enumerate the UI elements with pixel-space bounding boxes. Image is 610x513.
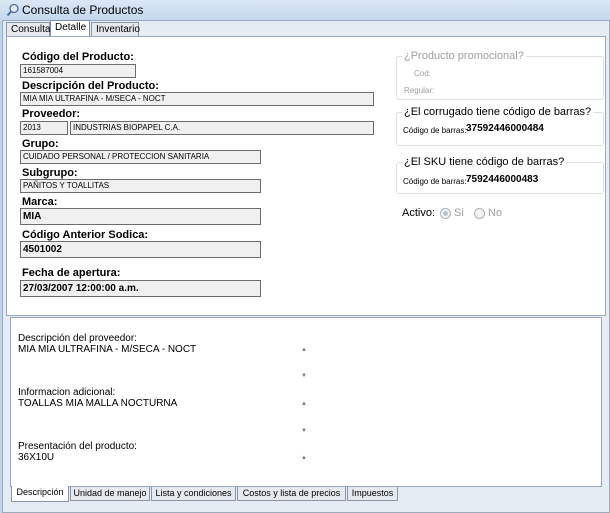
fecha-apertura-field[interactable]: 27/03/2007 12:00:00 a.m. bbox=[20, 280, 261, 297]
fecha-apertura-label: Fecha de apertura: bbox=[22, 267, 121, 279]
tab-lista-condiciones[interactable]: Lista y condiciones bbox=[151, 487, 236, 501]
desc-proveedor-label: Descripción del proveedor: bbox=[18, 333, 137, 344]
proveedor-label: Proveedor: bbox=[22, 108, 81, 120]
info-adicional-text[interactable]: TOALLAS MIA MALLA NOCTURNA bbox=[18, 398, 177, 409]
tab-detalle[interactable]: Detalle bbox=[50, 20, 90, 37]
proveedor-name-field[interactable]: INDUSTRIAS BIOPAPEL C.A. bbox=[70, 121, 374, 135]
corrugado-title: ¿El corrugado tiene código de barras? bbox=[402, 106, 594, 118]
grupo-field[interactable]: CUIDADO PERSONAL / PROTECCION SANITARIA bbox=[20, 150, 261, 164]
proveedor-code-field[interactable]: 2013 bbox=[20, 121, 68, 135]
activo-no-radio[interactable] bbox=[474, 208, 485, 219]
activo-label: Activo: bbox=[402, 207, 436, 219]
subgrupo-field[interactable]: PAÑITOS Y TOALLITAS bbox=[20, 179, 261, 193]
arrow-up-icon[interactable]: ▲ bbox=[300, 346, 308, 354]
marca-label: Marca: bbox=[22, 196, 58, 208]
codigo-field[interactable]: 161587004 bbox=[20, 64, 136, 78]
title-bar: Consulta de Productos bbox=[0, 0, 610, 20]
arrow-down-icon[interactable]: ▼ bbox=[300, 372, 308, 380]
marca-field[interactable]: MIA bbox=[20, 208, 261, 225]
sku-title: ¿El SKU tiene código de barras? bbox=[402, 156, 567, 168]
desc-proveedor-text[interactable]: MIA MIA ULTRAFINA - M/SECA - NOCT bbox=[18, 344, 196, 355]
tab-consulta[interactable]: Consulta bbox=[6, 22, 50, 36]
sku-barcode-value: 7592446000483 bbox=[466, 174, 539, 185]
search-icon bbox=[6, 3, 19, 17]
tab-costos-precios[interactable]: Costos y lista de precios bbox=[237, 487, 346, 501]
arrow-up-icon[interactable]: ▲ bbox=[300, 454, 308, 462]
sku-barcode-label: Código de barras: bbox=[403, 177, 467, 186]
activo-no-label: No bbox=[488, 207, 503, 219]
activo-si-label: Si bbox=[454, 207, 464, 219]
tab-unidad-manejo[interactable]: Unidad de manejo bbox=[70, 487, 150, 501]
corrugado-barcode-label: Código de barras: bbox=[403, 126, 467, 135]
tab-inventario[interactable]: Inventario bbox=[91, 22, 140, 36]
presentacion-text[interactable]: 36X10U bbox=[18, 452, 54, 463]
codigo-label: Código del Producto: bbox=[22, 51, 134, 63]
descripcion-label: Descripción del Producto: bbox=[22, 80, 159, 92]
arrow-down-icon[interactable]: ▼ bbox=[300, 427, 308, 435]
codigo-anterior-field[interactable]: 4501002 bbox=[20, 241, 261, 258]
tab-descripcion[interactable]: Descripción bbox=[11, 486, 69, 502]
arrow-up-icon[interactable]: ▲ bbox=[300, 400, 308, 408]
activo-si-radio[interactable] bbox=[440, 208, 451, 219]
presentacion-label: Presentación del producto: bbox=[18, 441, 137, 452]
grupo-label: Grupo: bbox=[22, 138, 59, 150]
tab-impuestos[interactable]: Impuestos bbox=[347, 487, 398, 501]
promo-regular-label: Regular: bbox=[404, 86, 435, 95]
codigo-anterior-label: Código Anterior Sodica: bbox=[22, 229, 149, 241]
promo-title: ¿Producto promocional? bbox=[402, 50, 526, 62]
subgrupo-label: Subgrupo: bbox=[22, 167, 78, 179]
promo-cod-label: Cod: bbox=[414, 69, 431, 78]
window-title: Consulta de Productos bbox=[22, 3, 144, 17]
descripcion-field[interactable]: MIA MIA ULTRAFINA - M/SECA - NOCT bbox=[20, 92, 374, 106]
info-adicional-label: Informacion adicional: bbox=[18, 387, 116, 398]
corrugado-barcode-value: 37592446000484 bbox=[466, 123, 544, 134]
